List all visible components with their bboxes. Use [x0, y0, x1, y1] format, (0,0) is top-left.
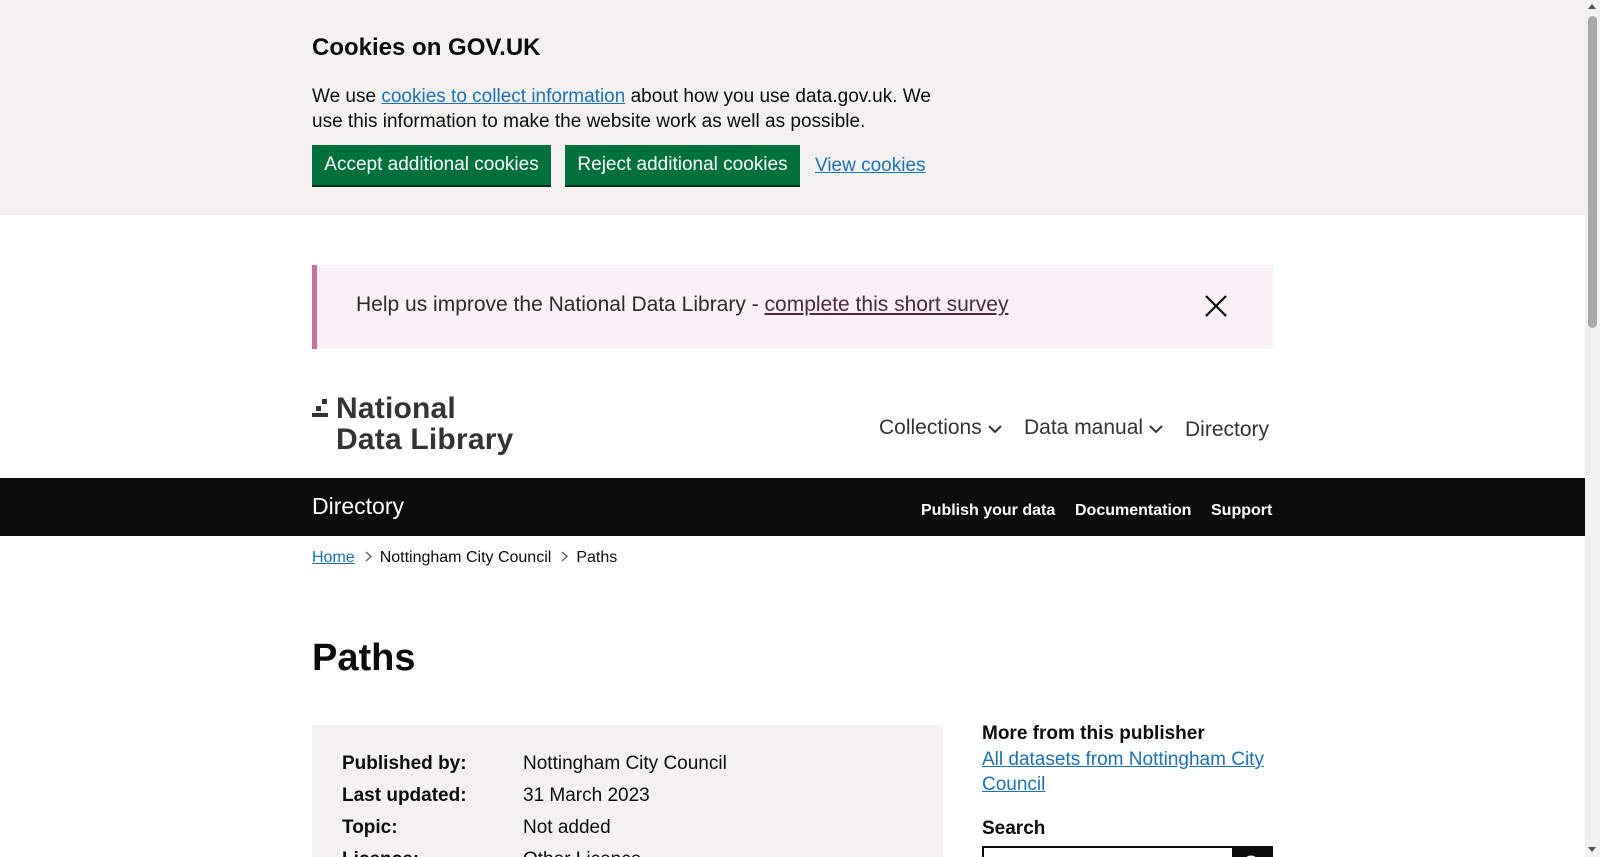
support-link[interactable]: Support — [1211, 502, 1272, 520]
search-heading: Search — [982, 818, 1046, 839]
logo-line-1: National — [336, 392, 456, 425]
chevron-down-icon — [988, 416, 1002, 440]
scroll-down-arrow-icon[interactable] — [1588, 847, 1596, 852]
logo-dots-icon — [312, 397, 332, 419]
summary-value: Not added — [523, 817, 611, 838]
cookie-banner-text: We use cookies to collect information ab… — [312, 84, 952, 134]
reject-cookies-button[interactable]: Reject additional cookies — [565, 145, 800, 185]
cookies-info-link[interactable]: cookies to collect information — [381, 86, 625, 107]
summary-key: Licence: — [342, 849, 419, 857]
cookie-text-before: We use — [312, 86, 382, 107]
nav-directory[interactable]: Directory — [1185, 418, 1269, 442]
search-input[interactable] — [982, 846, 1234, 857]
documentation-link[interactable]: Documentation — [1075, 502, 1191, 520]
survey-text-before: Help us improve the National Data Librar… — [356, 293, 765, 316]
view-cookies-link[interactable]: View cookies — [815, 155, 926, 177]
summary-key: Topic: — [342, 817, 398, 838]
page-scrollbar[interactable] — [1585, 0, 1600, 857]
page: Cookies on GOV.UK We use cookies to coll… — [0, 0, 1585, 857]
summary-value: Nottingham City Council — [523, 753, 727, 774]
publish-your-data-link[interactable]: Publish your data — [921, 502, 1055, 520]
chevron-down-icon — [1149, 416, 1163, 440]
scrollbar-thumb[interactable] — [1588, 16, 1597, 328]
logo-line-2: Data Library — [336, 423, 514, 456]
nav-collections[interactable]: Collections — [879, 416, 1002, 440]
nav-data-manual[interactable]: Data manual — [1024, 416, 1163, 440]
nav-data-manual-label: Data manual — [1024, 416, 1144, 439]
summary-value: 31 March 2023 — [523, 785, 650, 806]
breadcrumb-current: Paths — [576, 549, 618, 566]
dataset-summary: Published by: Nottingham City Council La… — [312, 725, 943, 857]
summary-key: Published by: — [342, 753, 467, 774]
survey-banner: Help us improve the National Data Librar… — [312, 265, 1273, 349]
service-bar: Directory Publish your data Documentatio… — [0, 478, 1585, 536]
cookie-banner-title: Cookies on GOV.UK — [312, 34, 541, 61]
scroll-up-arrow-icon[interactable] — [1588, 4, 1596, 9]
more-from-publisher-heading: More from this publisher — [982, 723, 1205, 744]
close-icon[interactable] — [1203, 293, 1229, 319]
search-button[interactable] — [1233, 846, 1273, 857]
breadcrumb-publisher: Nottingham City Council — [379, 549, 552, 566]
national-data-library-logo[interactable]: National Data Library — [312, 393, 522, 459]
breadcrumb: Home Nottingham City Council Paths — [312, 549, 617, 567]
survey-text: Help us improve the National Data Librar… — [356, 293, 1008, 317]
summary-value: Other Licence — [523, 849, 641, 857]
breadcrumb-home[interactable]: Home — [312, 549, 355, 567]
service-name[interactable]: Directory — [312, 493, 404, 520]
logo-text: National Data Library — [336, 393, 513, 455]
survey-link[interactable]: complete this short survey — [765, 293, 1009, 316]
all-datasets-link[interactable]: All datasets from Nottingham City Counci… — [982, 747, 1282, 797]
chevron-right-icon — [561, 549, 569, 567]
nav-collections-label: Collections — [879, 416, 982, 439]
cookie-banner: Cookies on GOV.UK We use cookies to coll… — [0, 0, 1585, 215]
chevron-right-icon — [365, 549, 372, 567]
page-title: Paths — [312, 637, 416, 679]
summary-key: Last updated: — [342, 785, 467, 806]
accept-cookies-button[interactable]: Accept additional cookies — [312, 145, 551, 185]
